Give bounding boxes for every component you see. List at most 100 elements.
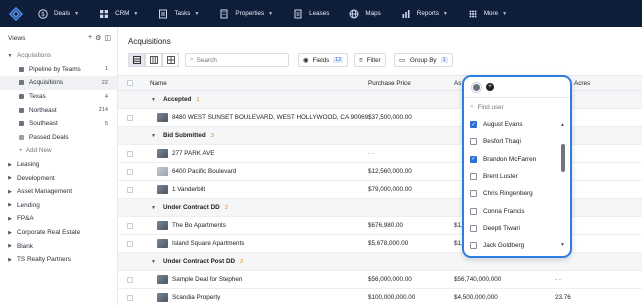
chevron-down-icon[interactable]: ▼ (151, 259, 156, 265)
chevron-right-icon[interactable]: ▶ (6, 257, 14, 263)
nav-item-tasks[interactable]: Tasks ▼ (158, 0, 199, 27)
user-checkbox[interactable] (470, 207, 477, 215)
row-checkbox[interactable] (127, 294, 133, 301)
user-checkbox[interactable]: ✓ (470, 155, 477, 163)
scroll-thumb[interactable] (561, 144, 565, 172)
find-user-input[interactable] (477, 103, 558, 111)
user-checkbox[interactable]: ✓ (470, 121, 477, 129)
sidebar-item-development[interactable]: ▶ Development (0, 171, 117, 185)
chevron-right-icon[interactable]: ▶ (6, 189, 14, 195)
chevron-right-icon[interactable]: ▶ (6, 230, 14, 236)
column-header-purchase-price[interactable]: Purchase Price (368, 80, 411, 87)
deal-name[interactable]: 8480 WEST SUNSET BOULEVARD, WEST HOLLYWO… (172, 114, 368, 121)
sidebar-item-passed-deals[interactable]: Passed Deals (0, 131, 117, 145)
deal-name[interactable]: 277 PARK AVE (172, 150, 214, 157)
sidebar-item-pipeline-by-teams[interactable]: Pipeline by Teams 1 (0, 63, 117, 77)
table-row[interactable]: Scandia Property $100,000,000.00 $4,500,00… (118, 289, 642, 305)
nav-item-leases[interactable]: Leases (293, 0, 329, 27)
user-option[interactable]: Besfort Thaqi (464, 133, 570, 150)
deal-name[interactable]: The Bo Apartments (172, 222, 226, 229)
row-checkbox[interactable] (127, 150, 133, 157)
nav-item-crm[interactable]: CRM ▼ (99, 0, 138, 27)
collapse-panel-icon[interactable]: ◫ (104, 34, 111, 42)
row-checkbox[interactable] (127, 168, 133, 175)
avatar[interactable] (472, 82, 481, 92)
select-all-checkbox[interactable] (127, 80, 133, 86)
settings-icon[interactable]: ⚙ (95, 34, 101, 42)
dropdown-scrollbar[interactable]: ▲ ▼ (560, 122, 565, 248)
user-option[interactable]: Brent Luster (464, 168, 570, 185)
user-option[interactable]: Chris Ringenberg (464, 185, 570, 202)
user-checkbox[interactable] (470, 242, 477, 250)
deal-name[interactable]: Sample Deal for Stephen (172, 276, 242, 283)
user-checkbox[interactable] (470, 173, 477, 181)
table-row[interactable]: Sample Deal for Stephen $56,000,000.00 $56… (118, 271, 642, 289)
sidebar-item-acquisitions[interactable]: Acquisitions 22 (0, 76, 117, 90)
nav-item-more[interactable]: More ▼ (468, 0, 507, 27)
row-checkbox[interactable] (127, 114, 133, 121)
grid-view-button[interactable] (162, 53, 179, 67)
nav-item-deals[interactable]: $ Deals ▼ (38, 0, 79, 27)
nav-item-properties[interactable]: Properties ▼ (219, 0, 273, 27)
table-view-button[interactable] (128, 53, 145, 67)
row-checkbox[interactable] (127, 186, 133, 193)
column-header-acres[interactable]: Acres (574, 80, 590, 87)
deal-name[interactable]: 1 Vanderbilt (172, 186, 205, 193)
search-box[interactable]: ⌕ (185, 53, 289, 67)
row-checkbox[interactable] (127, 276, 133, 283)
user-checkbox[interactable] (470, 224, 477, 232)
sidebar-item-asset-management[interactable]: ▶ Asset Management (0, 185, 117, 199)
column-header-name[interactable]: Name (150, 80, 167, 87)
column-header-asking[interactable]: As (454, 80, 461, 87)
chevron-right-icon[interactable]: ▶ (6, 175, 14, 181)
fields-count-badge: 12 (333, 57, 344, 63)
nav-item-maps[interactable]: Maps (349, 0, 381, 27)
chevron-down-icon[interactable]: ▼ (151, 133, 156, 139)
sidebar-item-add-new[interactable]: + Add New (0, 144, 117, 158)
sidebar-item-ts-realty-partners[interactable]: ▶ TS Realty Partners (0, 253, 117, 267)
user-option[interactable]: ✓ August Evans (464, 116, 570, 133)
add-view-icon[interactable]: + (88, 34, 92, 42)
chevron-down-icon[interactable]: ▼ (6, 53, 14, 59)
sidebar-item-blank[interactable]: ▶ Blank (0, 239, 117, 253)
user-checkbox[interactable] (470, 138, 477, 146)
chevron-right-icon[interactable]: ▶ (6, 243, 14, 249)
logo-icon[interactable] (8, 6, 24, 22)
board-view-button[interactable] (145, 53, 162, 67)
sidebar-item-corporate-real-estate[interactable]: ▶ Corporate Real Estate (0, 226, 117, 240)
sidebar-item-fp-a[interactable]: ▶ FP&A (0, 212, 117, 226)
deal-name[interactable]: Scandia Property (172, 294, 220, 301)
purchase-price-cell: $79,000,000.00 (368, 186, 412, 193)
sidebar-item-texas[interactable]: Texas 4 (0, 90, 117, 104)
chevron-down-icon[interactable]: ▼ (151, 97, 156, 103)
search-input[interactable] (196, 56, 277, 64)
user-name: Chris Ringenberg (483, 190, 533, 198)
user-checkbox[interactable] (470, 190, 477, 198)
deal-name[interactable]: Island Square Apartments (172, 240, 244, 247)
sidebar-item-southeast[interactable]: Southeast 5 (0, 117, 117, 131)
scroll-down-icon[interactable]: ▼ (560, 242, 565, 248)
chevron-down-icon[interactable]: ▼ (151, 205, 156, 211)
row-checkbox[interactable] (127, 222, 133, 229)
nav-item-reports[interactable]: Reports ▼ (401, 0, 448, 27)
deal-name[interactable]: 6400 Pacific Boulevard (172, 168, 236, 175)
user-option[interactable]: ✓ Brandon McFarren (464, 151, 570, 168)
chevron-right-icon[interactable]: ▶ (6, 202, 14, 208)
user-option[interactable]: Jack Goldberg (464, 237, 570, 254)
group-by-button[interactable]: ▭ Group By 1 (394, 53, 453, 67)
sidebar-item-northeast[interactable]: Northeast 214 (0, 103, 117, 117)
chevron-right-icon[interactable]: ▶ (6, 162, 14, 168)
sidebar-item-lending[interactable]: ▶ Lending (0, 199, 117, 213)
user-option[interactable]: Deepti Tiwari (464, 220, 570, 237)
scroll-up-icon[interactable]: ▲ (560, 122, 565, 128)
user-option[interactable]: Conna Francis (464, 202, 570, 219)
filter-button[interactable]: ≡ Filter (354, 53, 386, 67)
sidebar-item-leasing[interactable]: ▶ Leasing (0, 158, 117, 172)
row-checkbox[interactable] (127, 240, 133, 247)
add-user-icon[interactable]: + (486, 83, 494, 91)
user-name: Conna Francis (483, 207, 525, 215)
chevron-right-icon[interactable]: ▶ (6, 216, 14, 222)
sidebar-item-acquisitions[interactable]: ▼ Acquisitions (0, 49, 117, 63)
find-user-box[interactable]: ⌕ (464, 98, 570, 116)
fields-button[interactable]: ◉ Fields 12 (298, 53, 349, 67)
